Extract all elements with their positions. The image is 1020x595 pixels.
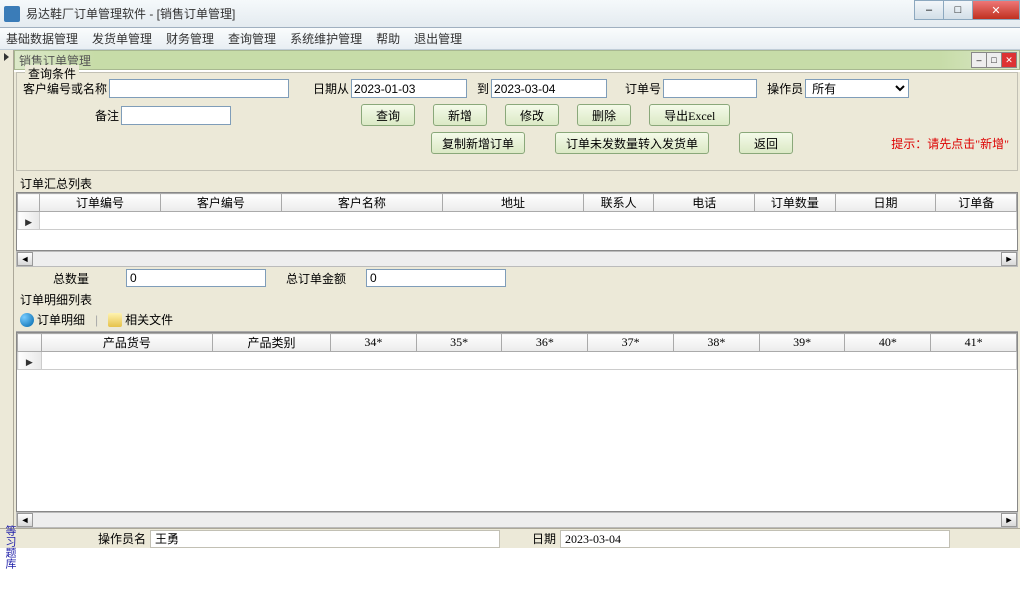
- copy-add-button[interactable]: 复制新增订单: [431, 132, 525, 154]
- detail-scrollbar[interactable]: ◄ ►: [16, 512, 1018, 528]
- summary-scrollbar[interactable]: ◄ ►: [16, 251, 1018, 267]
- detail-table-wrap: 产品货号产品类别34*35*36*37*38*39*40*41*: [16, 332, 1018, 512]
- row-indicator: [18, 352, 42, 370]
- close-button[interactable]: [972, 0, 1020, 20]
- menu-finance[interactable]: 财务管理: [166, 30, 214, 47]
- detail-table[interactable]: 产品货号产品类别34*35*36*37*38*39*40*41*: [17, 333, 1017, 370]
- col-header[interactable]: 联系人: [583, 194, 653, 212]
- col-header[interactable]: 36*: [502, 334, 588, 352]
- menu-basic-data[interactable]: 基础数据管理: [6, 30, 78, 47]
- col-header[interactable]: 35*: [416, 334, 502, 352]
- col-header[interactable]: 客户编号: [160, 194, 281, 212]
- menu-exit[interactable]: 退出管理: [414, 30, 462, 47]
- total-qty-label: 总数量: [16, 270, 126, 287]
- scroll-left-icon[interactable]: ◄: [17, 513, 33, 527]
- col-header[interactable]: 40*: [845, 334, 931, 352]
- date-to-input[interactable]: [491, 79, 607, 98]
- transfer-button[interactable]: 订单未发数量转入发货单: [555, 132, 709, 154]
- menu-system[interactable]: 系统维护管理: [290, 30, 362, 47]
- tab-detail[interactable]: 订单明细: [20, 311, 85, 328]
- minimize-button[interactable]: [914, 0, 944, 20]
- child-minimize-button[interactable]: –: [971, 52, 987, 68]
- menu-query[interactable]: 查询管理: [228, 30, 276, 47]
- scroll-left-icon[interactable]: ◄: [17, 252, 33, 266]
- total-amt-value: 0: [366, 269, 506, 287]
- maximize-button[interactable]: [943, 0, 973, 20]
- col-header[interactable]: 订单编号: [40, 194, 161, 212]
- query-legend: 查询条件: [25, 65, 79, 82]
- row-indicator: [18, 212, 40, 230]
- delete-button[interactable]: 删除: [577, 104, 631, 126]
- menu-shipment[interactable]: 发货单管理: [92, 30, 152, 47]
- modify-button[interactable]: 修改: [505, 104, 559, 126]
- total-qty-value: 0: [126, 269, 266, 287]
- status-operator-label: 操作员名: [94, 532, 150, 546]
- operator-select[interactable]: 所有: [805, 79, 909, 98]
- col-header[interactable]: 产品货号: [41, 334, 213, 352]
- col-header[interactable]: 订单数量: [755, 194, 836, 212]
- col-header[interactable]: 37*: [588, 334, 674, 352]
- app-icon: [4, 6, 20, 22]
- order-no-label: 订单号: [625, 80, 661, 97]
- detail-tabs: 订单明细 | 相关文件: [16, 308, 1018, 332]
- col-header[interactable]: 电话: [654, 194, 755, 212]
- query-groupbox: 查询条件 客户编号或名称 日期从 到 订单号 操作员 所有 备注: [16, 72, 1018, 171]
- child-maximize-button[interactable]: □: [986, 52, 1002, 68]
- menu-help[interactable]: 帮助: [376, 30, 400, 47]
- customer-label: 客户编号或名称: [23, 80, 107, 97]
- menu-bar: 基础数据管理 发货单管理 财务管理 查询管理 系统维护管理 帮助 退出管理: [0, 28, 1020, 50]
- child-close-button[interactable]: ✕: [1001, 52, 1017, 68]
- status-bar: 操作员名 王勇 日期 2023-03-04: [0, 528, 1020, 548]
- totals-row: 总数量 0 总订单金额 0: [16, 267, 1018, 289]
- total-amt-label: 总订单金额: [266, 270, 366, 287]
- summary-title: 订单汇总列表: [16, 173, 1018, 192]
- status-date-value: 2023-03-04: [560, 530, 950, 548]
- hint-text: 提示：请先点击"新增": [891, 135, 1009, 152]
- remark-label: 备注: [23, 107, 119, 124]
- date-from-label: 日期从: [313, 80, 349, 97]
- col-header[interactable]: 日期: [835, 194, 936, 212]
- export-button[interactable]: 导出Excel: [649, 104, 730, 126]
- child-window-header: 销售订单管理 – □ ✕: [14, 50, 1020, 70]
- col-header[interactable]: 34*: [330, 334, 416, 352]
- add-button[interactable]: 新增: [433, 104, 487, 126]
- date-from-input[interactable]: [351, 79, 467, 98]
- col-header[interactable]: 客户名称: [281, 194, 442, 212]
- detail-title: 订单明细列表: [16, 289, 1018, 308]
- col-header[interactable]: 产品类别: [213, 334, 331, 352]
- folder-icon: [108, 313, 122, 327]
- window-controls: [915, 0, 1020, 20]
- scroll-right-icon[interactable]: ►: [1001, 513, 1017, 527]
- table-row: [18, 212, 1017, 230]
- title-bar: 易达鞋厂订单管理软件 - [销售订单管理]: [0, 0, 1020, 28]
- col-header[interactable]: 38*: [673, 334, 759, 352]
- back-button[interactable]: 返回: [739, 132, 793, 154]
- tab-files[interactable]: 相关文件: [108, 311, 173, 328]
- status-date-label: 日期: [528, 532, 560, 546]
- summary-table-wrap: 订单编号客户编号客户名称地址联系人电话订单数量日期订单备: [16, 192, 1018, 251]
- col-header[interactable]: 订单备: [936, 194, 1017, 212]
- side-vertical-text: 等习题库: [2, 525, 18, 569]
- window-title: 易达鞋厂订单管理软件 - [销售订单管理]: [26, 5, 235, 22]
- customer-input[interactable]: [109, 79, 289, 98]
- col-header[interactable]: 41*: [931, 334, 1017, 352]
- child-window-handle[interactable]: [0, 50, 14, 528]
- col-header[interactable]: 地址: [442, 194, 583, 212]
- summary-table[interactable]: 订单编号客户编号客户名称地址联系人电话订单数量日期订单备: [17, 193, 1017, 230]
- remark-input[interactable]: [121, 106, 231, 125]
- scroll-right-icon[interactable]: ►: [1001, 252, 1017, 266]
- status-operator-value: 王勇: [150, 530, 500, 548]
- globe-icon: [20, 313, 34, 327]
- date-to-label: 到: [477, 80, 489, 97]
- operator-label: 操作员: [767, 80, 803, 97]
- search-button[interactable]: 查询: [361, 104, 415, 126]
- order-no-input[interactable]: [663, 79, 757, 98]
- table-row: [18, 352, 1017, 370]
- col-header[interactable]: 39*: [759, 334, 845, 352]
